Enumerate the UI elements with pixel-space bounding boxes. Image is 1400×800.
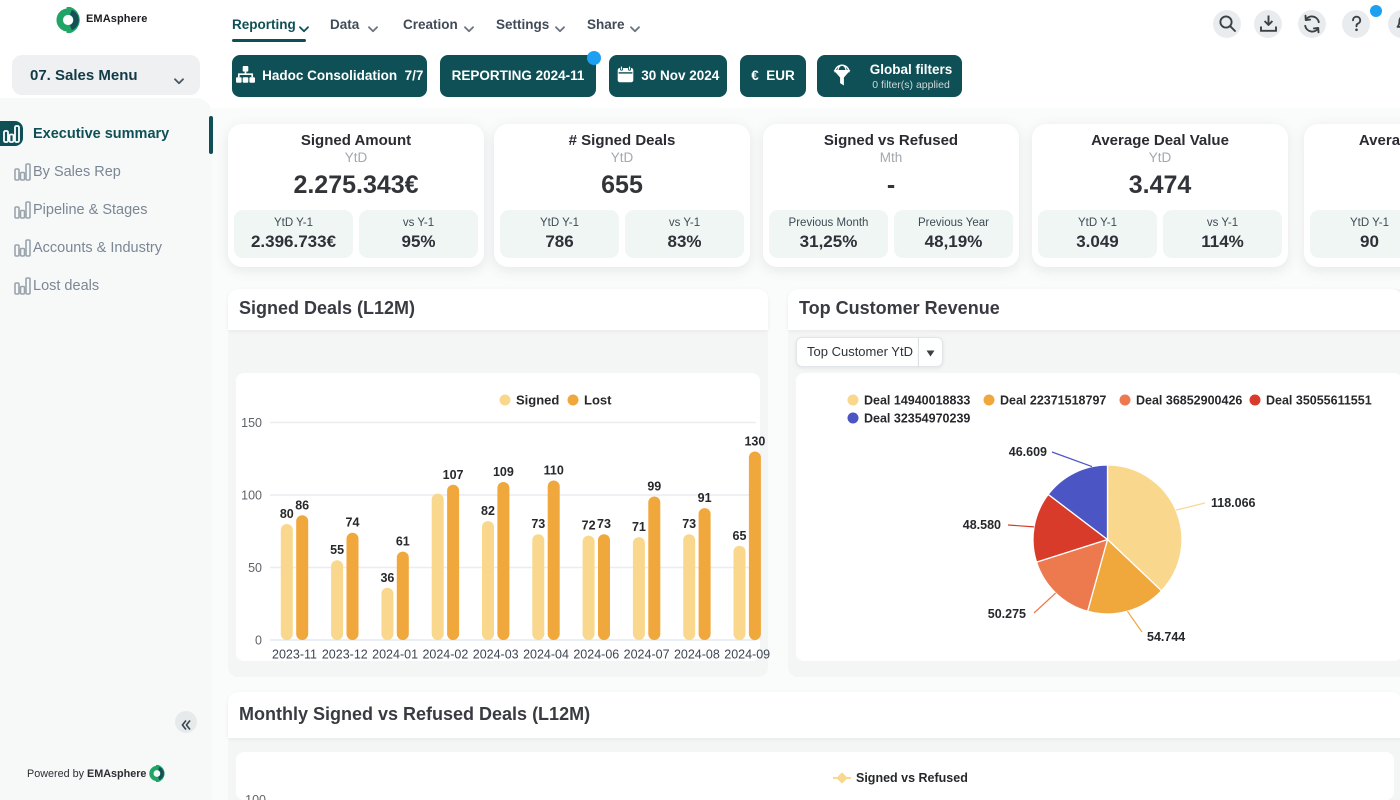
- svg-text:61: 61: [396, 535, 410, 549]
- svg-text:Deal 14940018833: Deal 14940018833: [864, 394, 970, 408]
- svg-text:0: 0: [255, 634, 262, 648]
- svg-text:36: 36: [380, 571, 394, 585]
- svg-text:86: 86: [295, 498, 309, 512]
- svg-text:2024-02: 2024-02: [422, 648, 468, 662]
- svg-text:91: 91: [698, 491, 712, 505]
- svg-text:Deal 35055611551: Deal 35055611551: [1266, 394, 1372, 408]
- svg-text:110: 110: [544, 464, 564, 478]
- svg-text:2023-12: 2023-12: [322, 648, 368, 662]
- svg-text:2024-03: 2024-03: [473, 648, 519, 662]
- svg-text:73: 73: [597, 517, 611, 531]
- svg-text:100: 100: [241, 489, 262, 503]
- svg-text:Signed: Signed: [516, 393, 559, 408]
- svg-text:73: 73: [682, 517, 696, 531]
- svg-text:48.580: 48.580: [963, 518, 1001, 532]
- svg-text:107: 107: [443, 468, 464, 482]
- svg-text:74: 74: [346, 516, 360, 530]
- svg-text:109: 109: [493, 465, 514, 479]
- svg-text:Deal 36852900426: Deal 36852900426: [1136, 394, 1242, 408]
- svg-text:Signed vs Refused: Signed vs Refused: [856, 771, 968, 785]
- svg-text:46.609: 46.609: [1009, 445, 1047, 459]
- svg-text:Deal 22371518797: Deal 22371518797: [1000, 394, 1106, 408]
- svg-text:2024-01: 2024-01: [372, 648, 418, 662]
- svg-text:2023-11: 2023-11: [272, 648, 317, 662]
- svg-text:80: 80: [280, 507, 294, 521]
- svg-text:2024-06: 2024-06: [573, 648, 619, 662]
- svg-text:Lost: Lost: [584, 393, 612, 408]
- svg-text:65: 65: [733, 529, 747, 543]
- svg-text:118.066: 118.066: [1211, 496, 1256, 510]
- svg-text:55: 55: [330, 543, 344, 557]
- svg-text:2024-09: 2024-09: [724, 648, 770, 662]
- svg-text:50.275: 50.275: [988, 607, 1026, 621]
- svg-text:2024-08: 2024-08: [674, 648, 720, 662]
- svg-text:50: 50: [248, 561, 262, 575]
- svg-text:2024-07: 2024-07: [624, 648, 670, 662]
- svg-text:54.744: 54.744: [1147, 630, 1185, 644]
- svg-text:82: 82: [481, 504, 495, 518]
- svg-text:71: 71: [632, 520, 646, 534]
- svg-text:72: 72: [582, 519, 596, 533]
- svg-text:Deal 32354970239: Deal 32354970239: [864, 412, 970, 426]
- svg-text:73: 73: [531, 517, 545, 531]
- svg-text:130: 130: [744, 435, 765, 449]
- svg-text:2024-04: 2024-04: [523, 648, 569, 662]
- svg-text:99: 99: [647, 480, 661, 494]
- svg-text:150: 150: [241, 416, 262, 430]
